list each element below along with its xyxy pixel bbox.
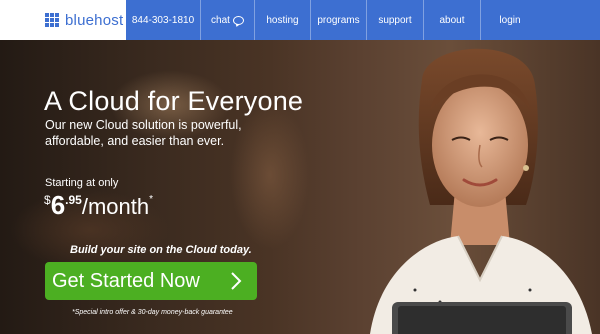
- nav-chat-link[interactable]: chat: [200, 0, 254, 40]
- starting-at-label: Starting at only: [45, 177, 119, 189]
- hero-headline: A Cloud for Everyone: [44, 86, 304, 116]
- price-display: $6.95/month*: [44, 190, 153, 221]
- nav-phone-link[interactable]: 844-303-1810: [126, 0, 200, 40]
- top-nav: bluehost 844-303-1810 chat hosting progr…: [0, 0, 600, 40]
- chevron-right-icon: [231, 272, 242, 290]
- get-started-label: Get Started Now: [52, 269, 200, 292]
- nav-programs-label: programs: [317, 14, 360, 26]
- nav-hosting-link[interactable]: hosting: [254, 0, 310, 40]
- nav-support-label: support: [378, 14, 412, 26]
- build-tagline: Build your site on the Cloud today.: [70, 244, 252, 256]
- hero-subline: Our new Cloud solution is powerful, affo…: [45, 118, 242, 148]
- grid-logo-icon: [45, 13, 59, 27]
- nav-about-label: about: [439, 14, 465, 26]
- hero-woman-image: [370, 48, 592, 334]
- chat-bubble-icon: [232, 16, 244, 25]
- nav-about-link[interactable]: about: [423, 0, 480, 40]
- price-currency: $: [44, 193, 51, 207]
- brand-name: bluehost: [65, 11, 124, 29]
- price-period: /month: [81, 194, 150, 219]
- nav-programs-link[interactable]: programs: [310, 0, 366, 40]
- brand-logo[interactable]: bluehost: [0, 0, 126, 40]
- nav-hosting-label: hosting: [266, 14, 299, 26]
- nav-phone-label: 844-303-1810: [131, 14, 195, 26]
- get-started-button[interactable]: Get Started Now: [45, 262, 257, 300]
- nav-login-link[interactable]: login: [480, 0, 539, 40]
- offer-disclaimer: *Special intro offer & 30-day money-back…: [72, 309, 233, 316]
- nav-menu: 844-303-1810 chat hosting programs suppo…: [126, 0, 539, 40]
- nav-support-link[interactable]: support: [366, 0, 423, 40]
- price-asterisk: *: [149, 194, 154, 205]
- price-cents: .95: [65, 193, 82, 207]
- price-dollars: 6: [50, 190, 66, 220]
- nav-login-label: login: [499, 14, 521, 26]
- nav-chat-label: chat: [211, 14, 230, 26]
